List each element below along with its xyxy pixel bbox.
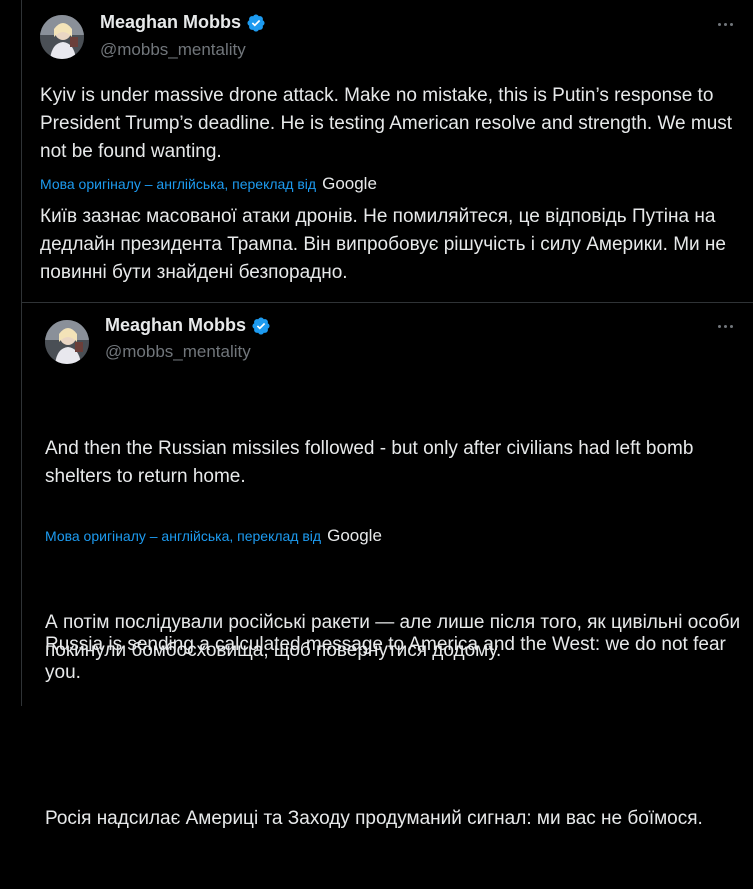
tweet-paragraph: And then the Russian missiles followed -…	[45, 438, 699, 487]
author-name[interactable]: Meaghan Mobbs	[105, 315, 246, 336]
thread-line	[21, 0, 22, 706]
google-logo: Google	[327, 526, 382, 545]
avatar[interactable]	[40, 15, 84, 59]
translated-text: Київ зазнає масованої атаки дронів. Не п…	[40, 206, 732, 283]
google-logo: Google	[322, 174, 377, 193]
more-options-icon[interactable]	[713, 316, 737, 336]
tweet[interactable]: Meaghan Mobbs @mobbs_mentality And then …	[45, 306, 745, 829]
translation-attribution[interactable]: Мова оригіналу – англійська, переклад ві…	[40, 174, 377, 194]
translated-paragraph: А потім послідували російські ракети — а…	[45, 612, 746, 661]
tweet-text: Kyiv is under massive drone attack. Make…	[40, 85, 738, 162]
tweet[interactable]: Meaghan Mobbs @mobbs_mentality Kyiv is u…	[40, 0, 745, 300]
translation-label: Мова оригіналу – англійська, переклад ві…	[40, 176, 317, 192]
author-handle[interactable]: @mobbs_mentality	[100, 40, 246, 60]
verified-badge-icon	[251, 316, 271, 336]
translation-label: Мова оригіналу – англійська, переклад ві…	[45, 528, 322, 544]
translated-paragraph: Росія надсилає Америці та Заходу продума…	[45, 808, 703, 829]
verified-badge-icon	[246, 13, 266, 33]
tweet-divider	[22, 302, 753, 303]
author-name[interactable]: Meaghan Mobbs	[100, 12, 241, 33]
avatar[interactable]	[45, 320, 89, 364]
translation-attribution[interactable]: Мова оригіналу – англійська, переклад ві…	[45, 526, 382, 546]
more-options-icon[interactable]	[713, 14, 737, 34]
translated-text: А потім послідували російські ракети — а…	[45, 553, 745, 889]
author-handle[interactable]: @mobbs_mentality	[105, 342, 251, 362]
